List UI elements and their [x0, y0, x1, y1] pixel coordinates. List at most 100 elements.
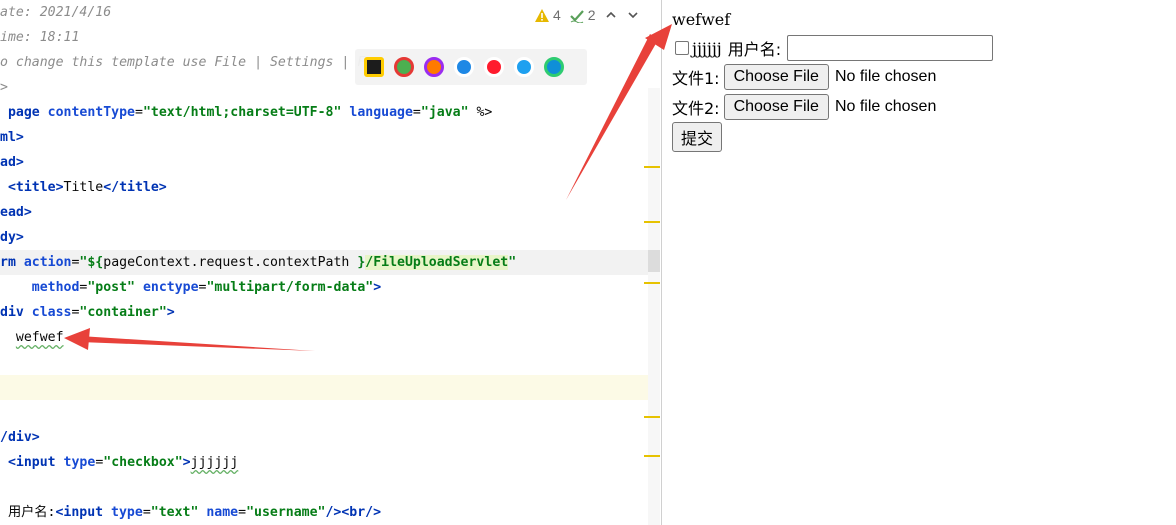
warnings-counter[interactable]: 4	[534, 7, 561, 23]
code-line[interactable]: <title>Title</title>	[0, 175, 648, 200]
code-token: o change this template use File | Settin…	[0, 55, 366, 70]
code-token: <input	[7, 455, 56, 470]
checkbox[interactable]	[675, 41, 689, 55]
warning-icon	[535, 8, 549, 22]
code-token: action	[23, 255, 72, 270]
code-token: enctype	[142, 280, 199, 295]
code-line[interactable]	[0, 400, 648, 425]
code-token: rm	[0, 255, 24, 270]
scrollbar-thumb[interactable]	[648, 250, 660, 272]
code-token: "text/html;charset=UTF-8"	[142, 105, 342, 120]
code-line[interactable]: ime: 18:11	[0, 25, 648, 50]
code-line[interactable]: rm action="${pageContext.request.context…	[0, 250, 648, 275]
file2-choose-button[interactable]: Choose File	[723, 94, 829, 120]
safari-icon[interactable]	[454, 57, 474, 77]
code-line[interactable]: /div>	[0, 425, 648, 450]
gutter-warning-mark[interactable]	[644, 416, 660, 418]
weak-warnings-count: 2	[587, 7, 596, 23]
submit-button[interactable]: 提交	[672, 122, 723, 152]
code-token: "java"	[420, 105, 469, 120]
code-token: pageContext.request.contextPath	[103, 255, 358, 270]
code-line[interactable]	[0, 375, 648, 400]
code-token: <input	[55, 505, 104, 520]
chevron-up-icon[interactable]	[604, 8, 618, 23]
code-token: <title>	[0, 180, 64, 195]
code-token: 用户名:	[0, 505, 56, 520]
code-token: </title>	[103, 180, 167, 195]
scrollbar-track[interactable]	[648, 88, 660, 525]
file1-status: No file chosen	[834, 68, 937, 85]
gutter-warning-mark[interactable]	[644, 221, 660, 223]
chevron-down-icon[interactable]	[626, 8, 640, 23]
code-token: "	[508, 255, 517, 270]
chrome-icon[interactable]	[394, 57, 414, 77]
code-token: page	[0, 105, 48, 120]
container-text: wefwef	[672, 10, 731, 29]
firefox-icon[interactable]	[424, 57, 444, 77]
weak-warnings-counter[interactable]: 2	[569, 7, 596, 23]
check-icon	[570, 9, 584, 23]
gutter-warning-mark[interactable]	[644, 166, 660, 168]
inspection-widget[interactable]: 4 2	[534, 4, 640, 26]
code-token: jjjjjj	[190, 455, 239, 470]
code-token: wefwef	[15, 330, 64, 345]
code-token: >	[0, 80, 8, 95]
code-token: >	[373, 280, 382, 295]
open-in-browser-popup	[355, 49, 587, 85]
code-line[interactable]: ml>	[0, 125, 648, 150]
code-token: %>	[468, 105, 493, 120]
checkbox-row: jjjjjj 用户名:	[669, 35, 994, 61]
code-token: ate: 2021/4/16	[0, 5, 112, 20]
code-token: "username"	[246, 505, 326, 520]
code-token: ml>	[0, 130, 24, 145]
file1-choose-button[interactable]: Choose File	[723, 64, 829, 90]
code-token: dy>	[0, 230, 24, 245]
code-line[interactable]: 用户名:<input type="text" name="username"/>…	[0, 500, 648, 525]
code-token: "text"	[150, 505, 199, 520]
intellij-icon[interactable]	[364, 57, 384, 77]
code-line[interactable]: dy>	[0, 225, 648, 250]
code-token: =	[412, 105, 421, 120]
code-token: class	[31, 305, 72, 320]
code-line[interactable]: wefwef	[0, 325, 648, 350]
file1-row: 文件1: Choose File No file chosen	[672, 64, 936, 90]
code-token: >	[182, 455, 191, 470]
gutter-warning-mark[interactable]	[644, 455, 660, 457]
code-token: Title	[63, 180, 104, 195]
code-token: name	[206, 505, 239, 520]
file1-label: 文件1:	[672, 69, 720, 88]
code-token: type	[111, 505, 143, 520]
gutter-warning-mark[interactable]	[644, 282, 660, 284]
ie-icon[interactable]	[514, 57, 534, 77]
file2-label: 文件2:	[672, 99, 720, 118]
code-token: ead>	[0, 205, 32, 220]
code-line[interactable]: page contentType="text/html;charset=UTF-…	[0, 100, 648, 125]
code-token: "container"	[79, 305, 167, 320]
code-token: /><br/>	[325, 505, 382, 520]
code-token: "post"	[87, 280, 135, 295]
code-line[interactable]	[0, 475, 648, 500]
code-token: >	[166, 305, 175, 320]
code-line[interactable]: ead>	[0, 200, 648, 225]
code-token: "multipart/form-data"	[206, 280, 374, 295]
code-line[interactable]: div class="container">	[0, 300, 648, 325]
code-token: =	[142, 505, 151, 520]
edge-icon[interactable]	[544, 57, 564, 77]
code-token: ad>	[0, 155, 24, 170]
code-line[interactable]	[0, 350, 648, 375]
code-line[interactable]: ad>	[0, 150, 648, 175]
code-token: div	[0, 305, 32, 320]
code-token: =	[238, 505, 247, 520]
code-token: /div>	[0, 430, 40, 445]
code-editor[interactable]: ate: 2021/4/16 ime: 18:11 o change this te…	[0, 0, 662, 525]
username-input[interactable]	[787, 35, 994, 61]
checkbox-label: jjjjjj	[692, 38, 722, 58]
opera-icon[interactable]	[484, 57, 504, 77]
code-line[interactable]: <input type="checkbox">jjjjjj	[0, 450, 648, 475]
code-line[interactable]: method="post" enctype="multipart/form-da…	[0, 275, 648, 300]
